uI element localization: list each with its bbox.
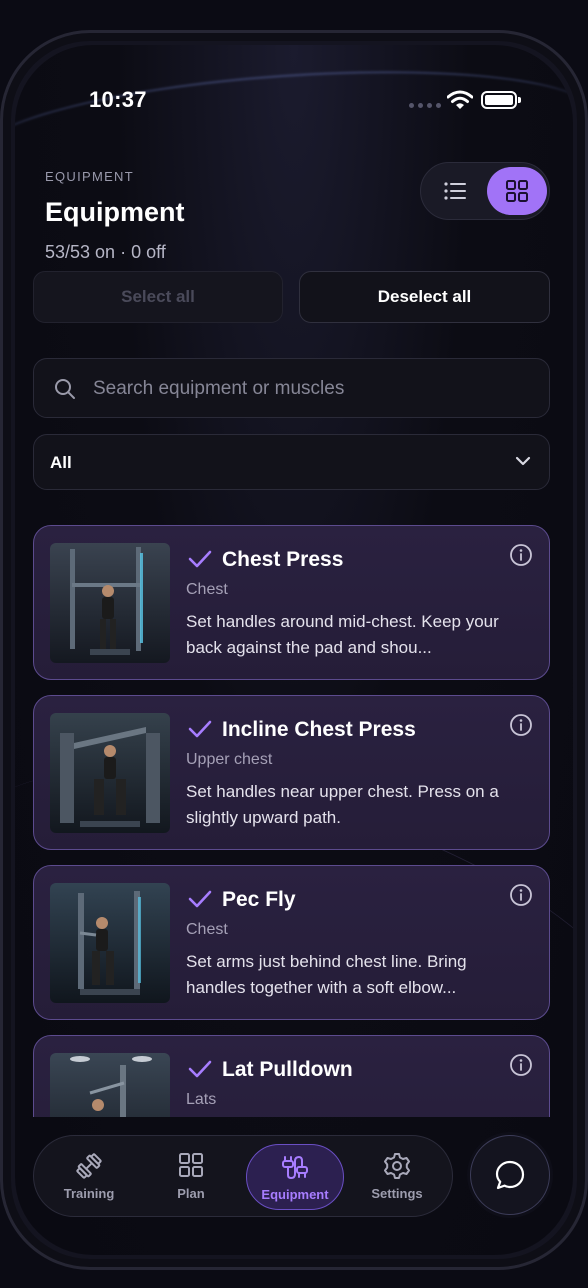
muscle-filter-select[interactable]: All bbox=[33, 434, 550, 490]
equipment-name: Chest Press bbox=[222, 548, 344, 571]
equipment-card[interactable]: Incline Chest Press Upper chest Set hand… bbox=[33, 695, 550, 850]
equipment-name: Incline Chest Press bbox=[222, 718, 416, 741]
app-screen: 10:37 EQUIPMENT Equipment 53/53 on · 0 o… bbox=[15, 45, 573, 1255]
check-icon bbox=[188, 720, 212, 738]
equipment-photo bbox=[50, 543, 170, 663]
status-time: 10:37 bbox=[89, 87, 147, 112]
info-icon[interactable] bbox=[509, 883, 533, 907]
tab-label: Training bbox=[63, 1186, 115, 1201]
battery-icon bbox=[481, 91, 521, 109]
list-view-button[interactable] bbox=[425, 167, 485, 215]
equipment-description: Set handles around mid-chest. Keep your … bbox=[186, 612, 499, 657]
equipment-card[interactable]: Chest Press Chest Set handles around mid… bbox=[33, 525, 550, 680]
equipment-card[interactable]: Lat Pulldown Lats bbox=[33, 1035, 550, 1117]
equipment-name: Pec Fly bbox=[222, 888, 296, 911]
tab-equipment[interactable]: Equipment bbox=[246, 1144, 344, 1210]
bottom-tab-bar: Training Plan Equipment Settings bbox=[33, 1135, 453, 1217]
chevron-down-icon bbox=[515, 456, 531, 466]
info-icon[interactable] bbox=[509, 543, 533, 567]
tab-training[interactable]: Training bbox=[40, 1144, 138, 1210]
filter-value: All bbox=[50, 453, 72, 472]
list-icon bbox=[444, 182, 466, 200]
dumbbell-icon bbox=[76, 1153, 102, 1179]
tab-plan[interactable]: Plan bbox=[142, 1144, 240, 1210]
tab-label: Settings bbox=[371, 1186, 423, 1201]
search-input[interactable]: Search equipment or muscles bbox=[33, 358, 550, 418]
chat-bubble-icon bbox=[495, 1160, 525, 1190]
equipment-muscle: Upper chest bbox=[186, 751, 273, 768]
equipment-muscle: Chest bbox=[186, 921, 228, 938]
tab-label: Plan bbox=[177, 1186, 205, 1201]
equipment-description: Set handles near upper chest. Press on a… bbox=[186, 782, 499, 827]
check-icon bbox=[188, 1060, 212, 1078]
equipment-description: Set arms just behind chest line. Bring h… bbox=[186, 952, 467, 997]
page-eyebrow: EQUIPMENT bbox=[45, 169, 134, 184]
equipment-name: Lat Pulldown bbox=[222, 1058, 353, 1081]
equipment-muscle: Chest bbox=[186, 581, 228, 598]
page-title: Equipment bbox=[45, 197, 185, 227]
select-all-button[interactable]: Select all bbox=[33, 271, 283, 323]
signal-dots-icon bbox=[409, 103, 441, 108]
grid-icon bbox=[506, 180, 528, 202]
gear-icon bbox=[384, 1153, 410, 1179]
equipment-photo bbox=[50, 883, 170, 1003]
equipment-photo bbox=[50, 713, 170, 833]
grid-view-button[interactable] bbox=[487, 167, 547, 215]
equipment-photo bbox=[50, 1053, 170, 1117]
check-icon bbox=[188, 550, 212, 568]
view-toggle bbox=[420, 162, 550, 220]
tab-label: Equipment bbox=[261, 1187, 329, 1202]
check-icon bbox=[188, 890, 212, 908]
equipment-count: 53/53 on · 0 off bbox=[45, 242, 166, 262]
chat-button[interactable] bbox=[470, 1135, 550, 1215]
tab-settings[interactable]: Settings bbox=[348, 1144, 446, 1210]
equipment-card[interactable]: Pec Fly Chest Set arms just behind chest… bbox=[33, 865, 550, 1020]
equipment-muscle: Lats bbox=[186, 1091, 217, 1108]
equipment-list: Chest Press Chest Set handles around mid… bbox=[33, 525, 550, 1117]
cable-icon bbox=[282, 1156, 308, 1179]
device-frame: 10:37 EQUIPMENT Equipment 53/53 on · 0 o… bbox=[0, 30, 588, 1270]
wifi-icon bbox=[447, 90, 473, 109]
status-bar: 10:37 bbox=[15, 45, 573, 145]
search-placeholder: Search equipment or muscles bbox=[93, 378, 345, 399]
deselect-all-button[interactable]: Deselect all bbox=[299, 271, 550, 323]
info-icon[interactable] bbox=[509, 713, 533, 737]
info-icon[interactable] bbox=[509, 1053, 533, 1077]
search-icon bbox=[55, 379, 75, 399]
grid-icon bbox=[179, 1153, 203, 1177]
